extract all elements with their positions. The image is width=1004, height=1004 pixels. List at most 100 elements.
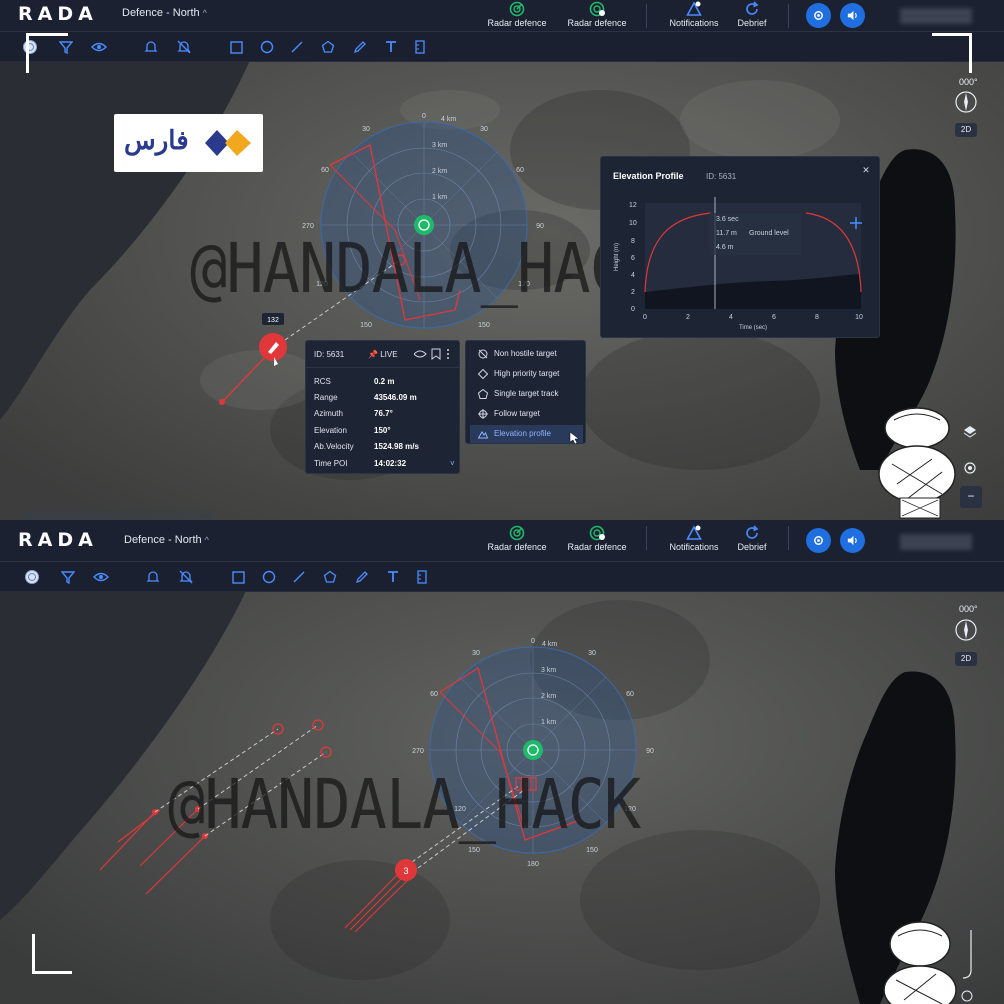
elevation-profile-panel: Elevation Profile ID: 5631 ✕ 3.6 sec 11.… bbox=[600, 156, 880, 338]
y-tick: 4 bbox=[631, 272, 635, 279]
compass-icon[interactable] bbox=[954, 90, 978, 114]
x-axis-label: Time (sec) bbox=[739, 325, 767, 331]
timestamp-blurred bbox=[22, 512, 212, 520]
tooltip-time: 3.6 sec bbox=[716, 216, 739, 223]
y-tick: 8 bbox=[631, 238, 635, 245]
radar-range-label: 1 km bbox=[432, 194, 447, 201]
radar-range-label: 2 km bbox=[432, 168, 447, 175]
radar-range-label: 4 km bbox=[542, 641, 557, 648]
x-tick: 8 bbox=[815, 314, 819, 321]
compass-icon[interactable] bbox=[954, 618, 978, 642]
radar-range-label: 3 km bbox=[541, 667, 556, 674]
menu-item-non-hostile[interactable]: Non hostile target bbox=[470, 345, 583, 363]
corner-bracket bbox=[932, 33, 972, 73]
target-id: ID: 5631 bbox=[314, 350, 345, 359]
x-tick: 6 bbox=[772, 314, 776, 321]
handala-drawing bbox=[883, 921, 957, 1004]
field-key: Azimuth bbox=[314, 409, 343, 418]
watermark-text: @HANDALA_HACK bbox=[168, 764, 641, 845]
diamond-icon bbox=[478, 369, 488, 379]
hand-cursor-icon bbox=[569, 431, 580, 445]
tooltip-height: 11.7 m bbox=[716, 230, 737, 237]
track-origin-dot bbox=[219, 399, 225, 405]
bookmark-icon[interactable] bbox=[431, 348, 441, 360]
elevation-chart[interactable]: 3.6 sec 11.7 m Ground level 4.6 m 12 10 … bbox=[601, 157, 881, 339]
hostile-group-marker[interactable]: 3 bbox=[395, 859, 417, 881]
watermark-text: @HANDALA_HACK bbox=[190, 228, 663, 309]
bottom-screenshot-panel: RADA Defence - North ^ Radar defence Rada… bbox=[0, 520, 1004, 1004]
menu-item-label: Single target track bbox=[494, 389, 559, 398]
tooltip-ground: 4.6 m bbox=[716, 244, 734, 251]
eye-icon[interactable] bbox=[413, 350, 427, 358]
field-key: Range bbox=[314, 393, 338, 402]
target-info-card: ID: 5631 📌 LIVE RCS 0.2 m Range 43546.09 m… bbox=[305, 340, 460, 474]
field-value: 0.2 m bbox=[374, 377, 395, 386]
hostile-target-marker[interactable]: 132 bbox=[259, 313, 287, 361]
pentagon-icon bbox=[478, 389, 488, 399]
field-value: 76.7° bbox=[374, 409, 393, 418]
radar-bearing-label: 270 bbox=[412, 748, 424, 755]
field-key: Ab.Velocity bbox=[314, 442, 354, 451]
compass-heading: 000° bbox=[959, 604, 978, 614]
menu-item-label: High priority target bbox=[494, 369, 560, 378]
menu-item-high-priority[interactable]: High priority target bbox=[470, 365, 583, 383]
zoom-out-button[interactable]: − bbox=[960, 486, 982, 508]
card-divider bbox=[306, 367, 459, 368]
y-tick: 10 bbox=[629, 220, 637, 227]
radar-bearing-label: 0 bbox=[422, 113, 426, 120]
view-2d-toggle[interactable]: 2D bbox=[955, 123, 977, 137]
shield-off-icon bbox=[478, 349, 488, 359]
map-control-line bbox=[961, 930, 973, 1002]
field-value: 150° bbox=[374, 426, 391, 435]
radar-bearing-label: 60 bbox=[626, 691, 634, 698]
mountain-icon bbox=[478, 431, 488, 439]
x-tick: 2 bbox=[686, 314, 690, 321]
menu-item-label: Non hostile target bbox=[494, 349, 557, 358]
field-value: 14:02:32 bbox=[374, 459, 407, 468]
menu-item-label: Elevation profile bbox=[494, 429, 551, 438]
tooltip-ground-label: Ground level bbox=[749, 230, 789, 237]
menu-item-single-track[interactable]: Single target track bbox=[470, 385, 583, 403]
handala-drawing bbox=[878, 407, 956, 519]
y-tick: 6 bbox=[631, 255, 635, 262]
y-tick: 12 bbox=[629, 202, 637, 209]
radar-bearing-label: 150 bbox=[360, 322, 372, 329]
layers-icon[interactable] bbox=[962, 424, 978, 440]
locate-icon[interactable] bbox=[962, 460, 978, 476]
top-screenshot-panel: RADA Defence - North ^ Radar defence Rada… bbox=[0, 0, 1004, 520]
radar-bearing-label: 0 bbox=[531, 638, 535, 645]
radar-bearing-label: 150 bbox=[586, 847, 598, 854]
radar-bearing-label: 30 bbox=[588, 650, 596, 657]
chevron-down-icon[interactable]: ˅ bbox=[450, 459, 455, 468]
view-2d-toggle[interactable]: 2D bbox=[955, 652, 977, 666]
y-tick: 0 bbox=[631, 306, 635, 313]
diamond-logo-icon bbox=[205, 130, 251, 156]
radar-range-label: 4 km bbox=[441, 116, 456, 123]
corner-bracket bbox=[32, 934, 72, 974]
menu-item-elevation-profile[interactable]: Elevation profile bbox=[470, 425, 583, 443]
y-tick: 2 bbox=[631, 289, 635, 296]
menu-item-follow[interactable]: Follow target bbox=[470, 405, 583, 423]
crosshair-icon bbox=[478, 409, 488, 419]
radar-range-label: 1 km bbox=[541, 719, 556, 726]
live-status-text: LIVE bbox=[380, 350, 398, 359]
card-actions bbox=[413, 348, 452, 362]
radar-bearing-label: 60 bbox=[516, 167, 524, 174]
y-axis-label: Height (m) bbox=[614, 243, 620, 271]
field-key: Time POI bbox=[314, 459, 348, 468]
fars-news-logo: فارس bbox=[114, 114, 263, 172]
radar-bearing-label: 90 bbox=[646, 748, 654, 755]
more-icon[interactable] bbox=[447, 349, 449, 351]
radar-bearing-label: 150 bbox=[468, 847, 480, 854]
radar-range-label: 3 km bbox=[432, 142, 447, 149]
field-value: 43546.09 m bbox=[374, 393, 417, 402]
radar-bearing-label: 60 bbox=[321, 167, 329, 174]
x-tick: 10 bbox=[855, 314, 863, 321]
map-overlay: 0 30 30 60 60 270 90 120 120 150 150 180… bbox=[99, 638, 654, 933]
radar-bearing-label: 60 bbox=[430, 691, 438, 698]
radar-bearing-label: 30 bbox=[480, 126, 488, 133]
radar-range-label: 2 km bbox=[541, 693, 556, 700]
corner-bracket bbox=[26, 33, 68, 73]
target-label: 132 bbox=[267, 317, 279, 324]
x-tick: 4 bbox=[729, 314, 733, 321]
